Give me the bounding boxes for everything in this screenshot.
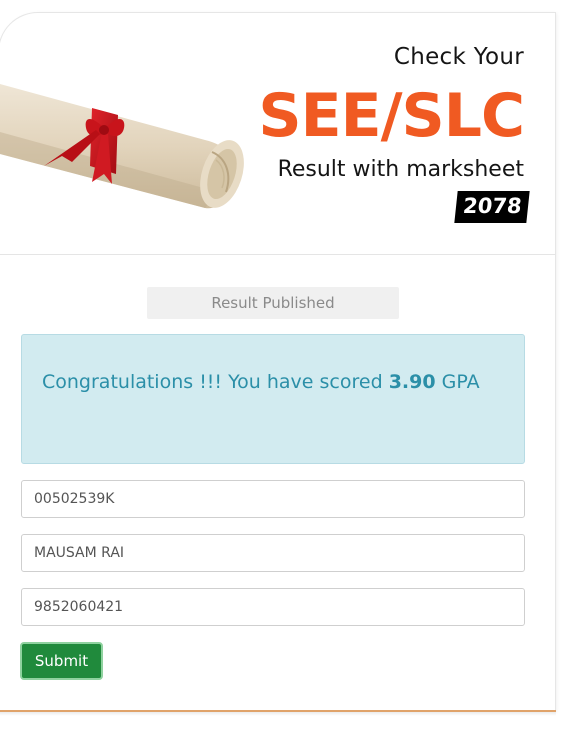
submit-button[interactable]: Submit	[20, 642, 103, 680]
title-result-with-marksheet: Result with marksheet	[277, 157, 524, 182]
alert-message-prefix: Congratulations !!! You have scored	[42, 371, 389, 393]
phone-number-field[interactable]	[21, 588, 525, 626]
alert-message-suffix: GPA	[435, 371, 480, 393]
title-check-your: Check Your	[393, 44, 524, 70]
result-alert: Congratulations !!! You have scored 3.90…	[21, 334, 525, 464]
year-badge: 2078	[453, 191, 530, 223]
diploma-scroll-icon	[0, 84, 244, 209]
gpa-value: 3.90	[388, 371, 436, 393]
header-divider	[0, 254, 556, 255]
symbol-number-field[interactable]	[21, 480, 525, 518]
title-see-slc: SEE/SLC	[258, 81, 525, 151]
student-name-field[interactable]	[21, 534, 525, 572]
card-bottom-shadow	[0, 712, 556, 716]
status-badge: Result Published	[147, 287, 399, 319]
